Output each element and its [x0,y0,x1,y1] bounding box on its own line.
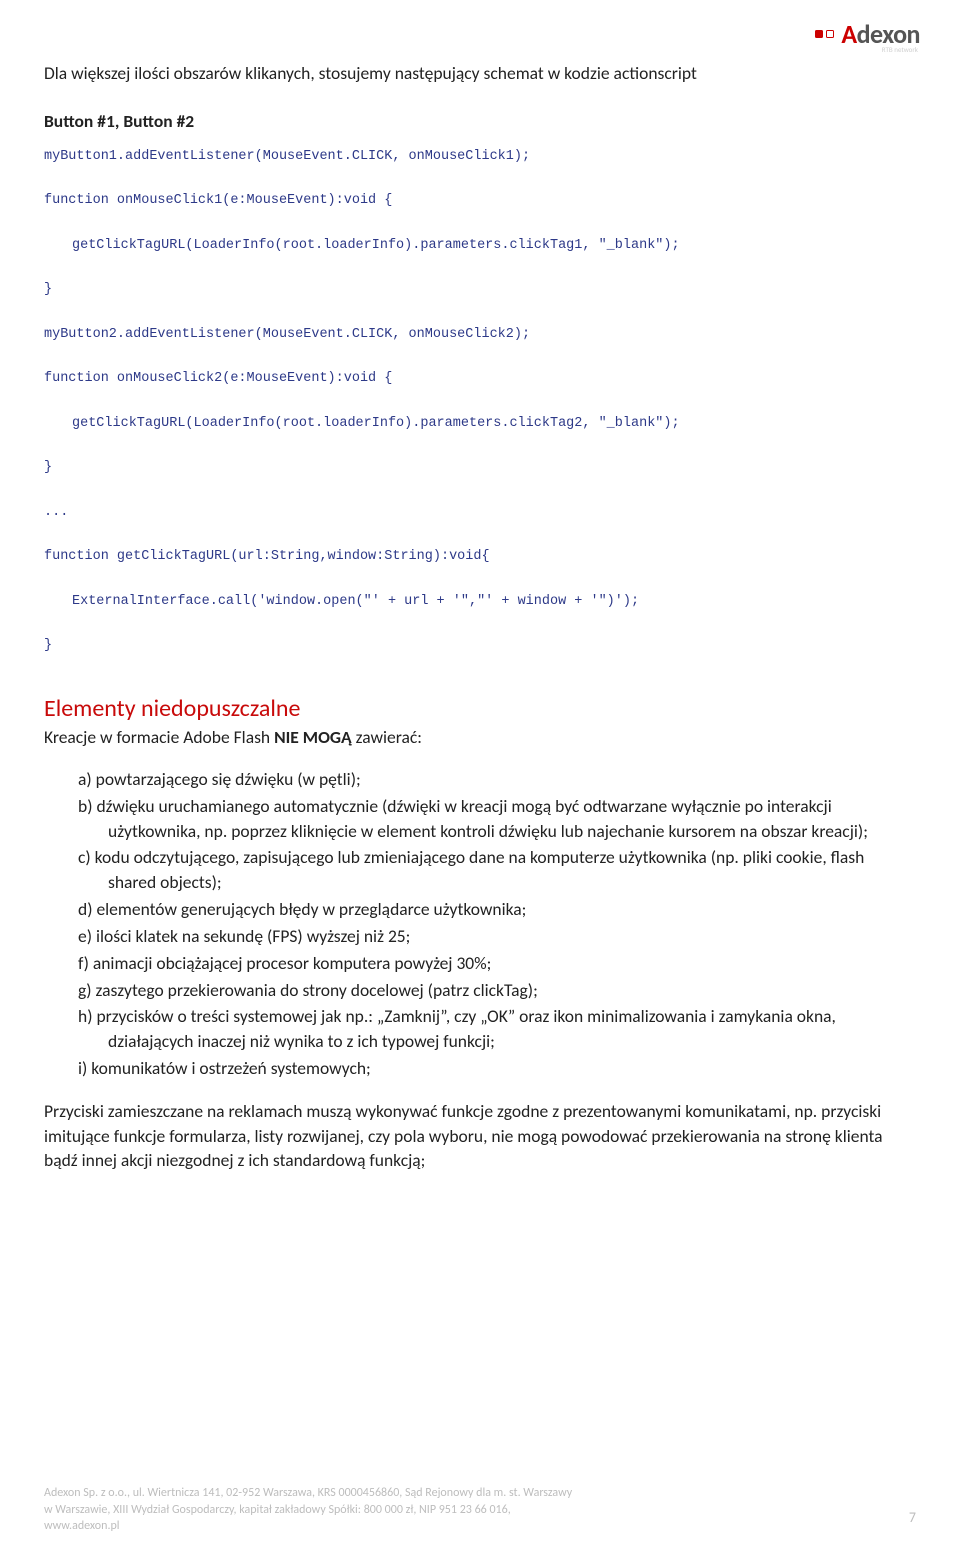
text-bold: NIE MOGĄ [274,726,352,748]
logo-icon [815,30,823,38]
document-page: Adexon RTB network Dla większej ilości o… [0,0,960,1556]
list-item: b) dźwięku uruchamianego automatycznie (… [44,794,916,844]
closing-paragraph: Przyciski zamieszczane na reklamach musz… [44,1099,916,1173]
code-line: myButton2.addEventListener(MouseEvent.CL… [44,327,530,342]
list-item: h) przycisków o treści systemowej jak np… [44,1004,916,1054]
code-line: getClickTagURL(LoaderInfo(root.loaderInf… [44,413,680,435]
footer-line: www.adexon.pl [44,1518,572,1534]
list-item: d) elementów generujących błędy w przegl… [44,897,916,922]
code-line: } [44,282,52,297]
code-line: myButton1.addEventListener(MouseEvent.CL… [44,149,530,164]
code-line: } [44,638,52,653]
code-line: function getClickTagURL(url:String,windo… [44,549,490,564]
list-item: c) kodu odczytującego, zapisującego lub … [44,845,916,895]
logo-icon [826,30,834,38]
footer-address: Adexon Sp. z o.o., ul. Wiertnicza 141, 0… [44,1485,572,1534]
code-line: ExternalInterface.call('window.open("' +… [44,591,639,613]
code-line: getClickTagURL(LoaderInfo(root.loaderInf… [44,235,680,257]
footer-line: w Warszawie, XIII Wydział Gospodarczy, k… [44,1502,572,1518]
prohibited-list: a) powtarzającego się dźwięku (w pętli);… [44,767,916,1081]
list-item: f) animacji obciążającej procesor komput… [44,951,916,976]
section-heading: Elementy niedopuszczalne [44,694,916,723]
text: zawierać: [352,726,422,748]
brand-logo: Adexon RTB network [815,18,920,50]
list-item: a) powtarzającego się dźwięku (w pętli); [44,767,916,792]
list-item: g) zaszytego przekierowania do strony do… [44,978,916,1003]
intro-paragraph: Dla większej ilości obszarów klikanych, … [44,62,916,86]
code-subheading: Button #1, Button #2 [44,110,916,132]
section-lead: Kreacje w formacie Adobe Flash NIE MOGĄ … [44,725,916,749]
page-footer: Adexon Sp. z o.o., ul. Wiertnicza 141, 0… [44,1485,916,1534]
list-item: e) ilości klatek na sekundę (FPS) wyższe… [44,924,916,949]
code-block: myButton1.addEventListener(MouseEvent.CL… [44,146,916,658]
text: Kreacje w formacie Adobe Flash [44,726,274,748]
code-line: ... [44,505,68,520]
code-line: function onMouseClick1(e:MouseEvent):voi… [44,193,392,208]
footer-line: Adexon Sp. z o.o., ul. Wiertnicza 141, 0… [44,1485,572,1501]
list-item: i) komunikatów i ostrzeżeń systemowych; [44,1056,916,1081]
code-line: } [44,460,52,475]
page-number: 7 [909,1509,916,1534]
logo-subtitle: RTB network [882,45,918,54]
code-line: function onMouseClick2(e:MouseEvent):voi… [44,371,392,386]
